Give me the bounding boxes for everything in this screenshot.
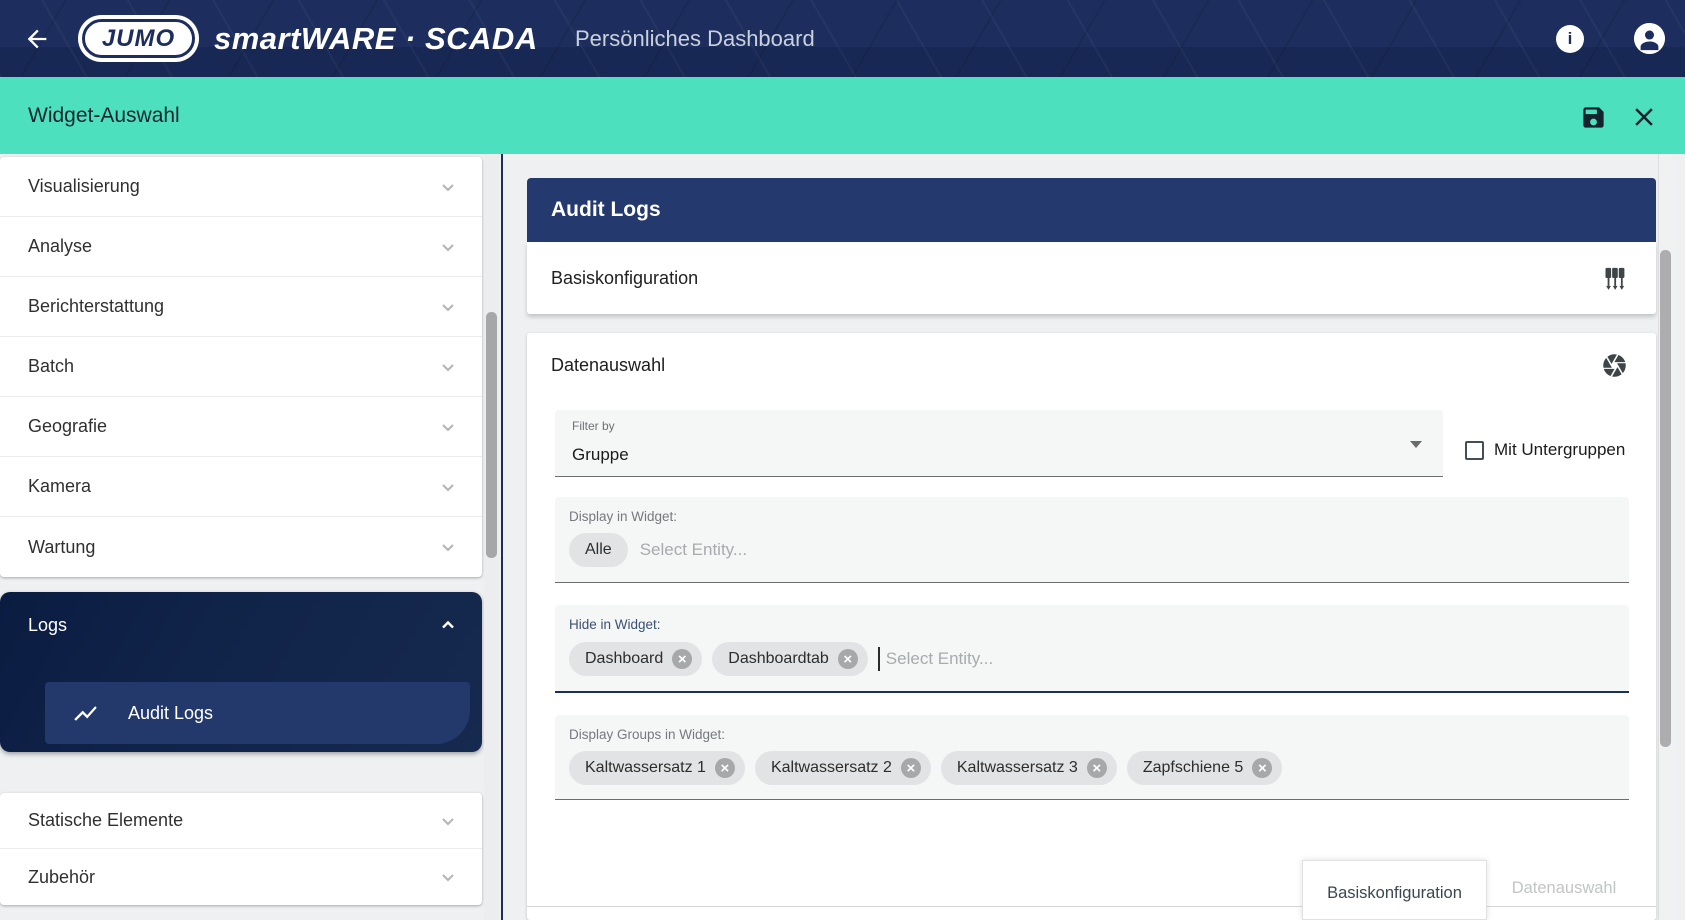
sidebar-item-label: Geografie <box>28 416 107 437</box>
remove-chip-icon[interactable] <box>715 758 735 778</box>
chip-kaltwassersatz-3[interactable]: Kaltwassersatz 3 <box>941 751 1117 785</box>
chips-row: Alle <box>569 533 888 567</box>
remove-chip-icon[interactable] <box>1087 758 1107 778</box>
chevron-down-icon <box>436 235 460 259</box>
main-scrollbar-thumb[interactable] <box>1660 250 1671 747</box>
chevron-down-icon <box>436 175 460 199</box>
sidebar-item-geografie[interactable]: Geografie <box>0 397 482 457</box>
sidebar-item-statische-elemente[interactable]: Statische Elemente <box>0 793 482 849</box>
sidebar-item-label: Audit Logs <box>128 703 213 724</box>
chevron-down-icon <box>436 865 460 889</box>
select-label: Filter by <box>572 419 615 433</box>
sidebar-item-kamera[interactable]: Kamera <box>0 457 482 517</box>
sidebar-item-audit-logs[interactable]: Audit Logs <box>45 682 470 744</box>
widget-title: Audit Logs <box>551 198 661 222</box>
content-divider <box>501 154 503 920</box>
sidebar-item-visualisierung[interactable]: Visualisierung <box>0 157 482 217</box>
sidebar-item-wartung[interactable]: Wartung <box>0 517 482 577</box>
save-button[interactable] <box>1578 102 1608 132</box>
chip-zapfschiene-5[interactable]: Zapfschiene 5 <box>1127 751 1283 785</box>
chips-row: Dashboard Dashboardtab <box>569 642 1134 676</box>
info-icon[interactable]: i <box>1556 25 1584 53</box>
remove-chip-icon[interactable] <box>672 649 692 669</box>
filter-by-select[interactable]: Filter by Gruppe <box>555 410 1443 477</box>
chevron-down-icon <box>436 355 460 379</box>
sidebar-logs-group: Logs Audit Logs <box>0 592 482 752</box>
chip-kaltwassersatz-1[interactable]: Kaltwassersatz 1 <box>569 751 745 785</box>
tab-datenauswahl[interactable]: Datenauswahl <box>1489 860 1639 920</box>
field-label: Display Groups in Widget: <box>569 727 725 742</box>
entity-input[interactable] <box>638 539 888 561</box>
sidebar-item-label: Analyse <box>28 236 92 257</box>
tune-sliders-icon[interactable] <box>1601 265 1628 292</box>
sidebar-item-label: Wartung <box>28 537 95 558</box>
close-icon <box>1629 102 1659 132</box>
widget-selection-bar: Widget-Auswahl <box>0 77 1685 154</box>
display-in-widget-field[interactable]: Display in Widget: Alle <box>555 497 1629 583</box>
chip-dashboardtab[interactable]: Dashboardtab <box>712 642 868 676</box>
field-label: Hide in Widget: <box>569 617 661 632</box>
section-title: Datenauswahl <box>551 355 665 376</box>
chevron-down-icon <box>436 415 460 439</box>
dropdown-arrow-icon <box>1410 441 1422 448</box>
checkbox-label: Mit Untergruppen <box>1494 440 1625 460</box>
datenauswahl-section: Datenauswahl Filter by Gruppe Mit Unterg… <box>527 333 1656 920</box>
chip-alle[interactable]: Alle <box>569 533 628 567</box>
top-navbar: JUMO smartWARE · SCADA Persönliches Dash… <box>0 0 1685 77</box>
sidebar-item-label: Statische Elemente <box>28 810 183 831</box>
app-window: JUMO smartWARE · SCADA Persönliches Dash… <box>0 0 1685 920</box>
field-label: Display in Widget: <box>569 509 677 524</box>
remove-chip-icon[interactable] <box>1252 758 1272 778</box>
chip-kaltwassersatz-2[interactable]: Kaltwassersatz 2 <box>755 751 931 785</box>
chevron-up-icon <box>436 613 460 637</box>
arrow-left-icon <box>23 25 51 53</box>
section-title: Basiskonfiguration <box>551 268 698 289</box>
sidebar-item-berichterstattung[interactable]: Berichterstattung <box>0 277 482 337</box>
sidebar-item-analyse[interactable]: Analyse <box>0 217 482 277</box>
display-groups-field[interactable]: Display Groups in Widget: Kaltwassersatz… <box>555 715 1629 800</box>
chevron-down-icon <box>436 475 460 499</box>
sidebar-item-label: Visualisierung <box>28 176 140 197</box>
person-icon <box>1634 23 1665 54</box>
chips-row: Kaltwassersatz 1 Kaltwassersatz 2 Kaltwa… <box>569 751 1282 785</box>
sidebar-item-label: Logs <box>28 615 67 636</box>
sidebar-item-label: Kamera <box>28 476 91 497</box>
back-button[interactable] <box>22 24 52 54</box>
chevron-down-icon <box>436 809 460 833</box>
close-button[interactable] <box>1628 101 1660 133</box>
sidebar-item-label: Berichterstattung <box>28 296 164 317</box>
save-icon <box>1580 104 1607 131</box>
sidebar-item-label: Zubehör <box>28 867 95 888</box>
line-chart-icon <box>72 700 99 727</box>
sidebar-category-list: Visualisierung Analyse Berichterstattung… <box>0 157 482 577</box>
aperture-icon[interactable] <box>1601 352 1628 379</box>
sidebar-item-batch[interactable]: Batch <box>0 337 482 397</box>
page-title: Persönliches Dashboard <box>575 0 815 77</box>
brand-text: smartWARE · SCADA <box>214 0 538 77</box>
jumo-logo: JUMO <box>78 15 199 62</box>
remove-chip-icon[interactable] <box>901 758 921 778</box>
basiskonfiguration-section[interactable]: Basiskonfiguration <box>527 242 1656 314</box>
hide-in-widget-field[interactable]: Hide in Widget: Dashboard Dashboardtab <box>555 605 1629 693</box>
remove-chip-icon[interactable] <box>838 649 858 669</box>
text-caret <box>878 647 880 671</box>
sidebar-item-logs[interactable]: Logs <box>0 592 482 658</box>
widget-config-header: Audit Logs <box>527 178 1656 242</box>
chip-dashboard[interactable]: Dashboard <box>569 642 702 676</box>
select-value: Gruppe <box>572 445 629 465</box>
sidebar-category-list-bottom: Statische Elemente Zubehör <box>0 793 482 905</box>
sidebar-item-zubehoer[interactable]: Zubehör <box>0 849 482 905</box>
chevron-down-icon <box>436 295 460 319</box>
widget-bar-title: Widget-Auswahl <box>28 77 180 154</box>
tab-basiskonfiguration[interactable]: Basiskonfiguration <box>1302 860 1487 920</box>
entity-input[interactable] <box>884 648 1134 670</box>
sidebar-scrollbar-thumb[interactable] <box>486 312 497 558</box>
account-icon[interactable] <box>1634 23 1665 54</box>
sidebar-item-label: Batch <box>28 356 74 377</box>
jumo-logo-text: JUMO <box>82 19 195 58</box>
chevron-down-icon <box>436 535 460 559</box>
mit-untergruppen-checkbox[interactable] <box>1465 441 1484 460</box>
